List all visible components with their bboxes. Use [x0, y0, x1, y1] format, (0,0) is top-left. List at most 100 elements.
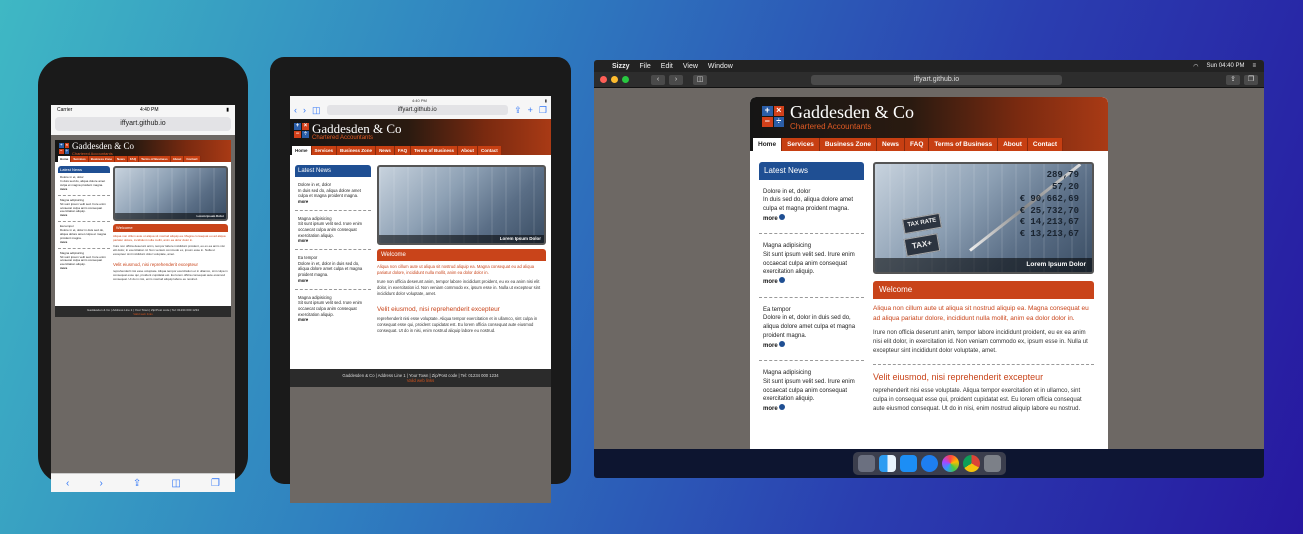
- minimize-window-icon[interactable]: [611, 76, 618, 83]
- menu-list-icon[interactable]: ≡: [1252, 63, 1256, 70]
- more-link[interactable]: more: [298, 278, 308, 283]
- url-field[interactable]: iffyart.github.io: [811, 74, 1062, 85]
- menu-view[interactable]: View: [683, 63, 698, 70]
- more-link[interactable]: more: [763, 343, 778, 349]
- site-frame: + × − ÷ Gaddesden & Co Chartered Account…: [55, 140, 231, 317]
- close-window-icon[interactable]: [600, 76, 607, 83]
- photos-icon[interactable]: [941, 455, 959, 472]
- finder-icon[interactable]: [878, 455, 896, 472]
- footer-link[interactable]: Valid web links: [55, 312, 231, 316]
- more-arrow-icon[interactable]: [779, 403, 786, 410]
- nav-services[interactable]: Services: [71, 156, 89, 162]
- nav-news[interactable]: News: [115, 156, 128, 162]
- new-tab-icon[interactable]: +: [528, 105, 533, 115]
- nav-news[interactable]: News: [376, 146, 395, 155]
- tabs-icon[interactable]: ❐: [539, 105, 547, 116]
- phone-address-bar[interactable]: iffyart.github.io: [51, 115, 235, 135]
- logo-plus-icon: +: [762, 106, 773, 116]
- battery-icon: ▮: [226, 107, 229, 113]
- welcome-body: Irure non officia deserunt anim, tempor …: [377, 279, 541, 296]
- nav-contact[interactable]: Contact: [184, 156, 201, 162]
- nav-business-zone[interactable]: Business Zone: [88, 156, 116, 162]
- welcome-heading: Welcome: [873, 281, 1094, 299]
- nav-business-zone[interactable]: Business Zone: [337, 146, 377, 155]
- menu-app[interactable]: Sizzy: [612, 63, 630, 70]
- site-nav: Home Services Business Zone News FAQ Ter…: [292, 146, 502, 155]
- back-icon[interactable]: ‹: [294, 105, 297, 115]
- nav-contact[interactable]: Contact: [1027, 138, 1064, 151]
- preferences-icon[interactable]: [983, 455, 1001, 472]
- share-icon[interactable]: ⇪: [1226, 74, 1240, 85]
- more-link[interactable]: more: [298, 317, 308, 322]
- welcome-intro: Aliqua non cillum aute ut aliqua sit nos…: [113, 233, 226, 242]
- zoom-window-icon[interactable]: [622, 76, 629, 83]
- tablet-device: 4:40 PM ▮ ‹ › ◫ iffyart.github.io ⇪ + ❐ +…: [270, 57, 571, 503]
- nav-services[interactable]: Services: [782, 138, 820, 151]
- nav-terms[interactable]: Terms of Business: [139, 156, 171, 162]
- menu-window[interactable]: Window: [708, 63, 733, 70]
- sidebar-icon[interactable]: ◫: [693, 74, 707, 85]
- nav-about[interactable]: About: [458, 146, 479, 155]
- clock[interactable]: Sun 04:40 PM: [1206, 63, 1244, 70]
- nav-about[interactable]: About: [170, 156, 185, 162]
- section-heading: Velit eiusmod, nisi reprehenderit except…: [377, 305, 500, 313]
- forward-icon[interactable]: ›: [669, 74, 683, 85]
- menu-file[interactable]: File: [640, 63, 651, 70]
- more-arrow-icon[interactable]: [779, 340, 786, 347]
- nav-faq[interactable]: FAQ: [905, 138, 930, 151]
- nav-terms[interactable]: Terms of Business: [929, 138, 999, 151]
- share-icon[interactable]: ⇪: [514, 105, 522, 116]
- nav-about[interactable]: About: [998, 138, 1028, 151]
- section-heading: Velit eiusmod, nisi reprehenderit except…: [113, 261, 199, 267]
- more-link[interactable]: more: [60, 240, 67, 244]
- more-link[interactable]: more: [60, 266, 67, 270]
- url-field[interactable]: iffyart.github.io: [326, 105, 509, 115]
- news-body: In duis sed do, aliqua dolore amet culpa…: [298, 187, 361, 199]
- site-frame: + × − ÷ Gaddesden & Co Chartered Account…: [750, 97, 1108, 451]
- tabs-icon[interactable]: ❐: [211, 478, 220, 489]
- url-field[interactable]: iffyart.github.io: [55, 117, 231, 131]
- safari-icon[interactable]: [920, 455, 938, 472]
- bookmarks-icon[interactable]: ◫: [171, 478, 180, 489]
- news-sidebar: Latest News Dolore in et, dolor In duis s…: [295, 165, 371, 333]
- nav-news[interactable]: News: [877, 138, 906, 151]
- clock: 4:40 PM: [139, 107, 159, 113]
- site-header: + × − ÷ Gaddesden & Co Chartered Account…: [750, 97, 1108, 151]
- footer-link[interactable]: Valid web links: [290, 378, 551, 383]
- more-link[interactable]: more: [60, 187, 67, 191]
- forward-icon[interactable]: ›: [99, 478, 102, 489]
- back-icon[interactable]: ‹: [651, 74, 665, 85]
- news-title: Dolore in et, dolor: [763, 188, 811, 195]
- more-arrow-icon[interactable]: [779, 277, 786, 284]
- more-link[interactable]: more: [298, 238, 308, 243]
- back-icon[interactable]: ‹: [66, 478, 69, 489]
- menu-edit[interactable]: Edit: [661, 63, 673, 70]
- nav-business-zone[interactable]: Business Zone: [819, 138, 878, 151]
- photo-caption: Lorem Ipsum Dolor: [875, 258, 1092, 272]
- launchpad-icon[interactable]: [857, 455, 875, 472]
- chrome-icon[interactable]: [962, 455, 980, 472]
- forward-icon[interactable]: ›: [303, 105, 306, 115]
- nav-home[interactable]: Home: [292, 146, 312, 155]
- share-icon[interactable]: ⇪: [133, 478, 141, 489]
- figure: 289,79: [1046, 170, 1079, 181]
- section-body: reprehenderit nisi esse voluptate. Aliqu…: [377, 315, 538, 333]
- nav-contact[interactable]: Contact: [478, 146, 502, 155]
- more-link[interactable]: more: [763, 279, 778, 285]
- phone-status-bar: Carrier 4:40 PM ▮: [51, 105, 235, 115]
- nav-home[interactable]: Home: [58, 156, 72, 162]
- more-link[interactable]: more: [763, 406, 778, 412]
- more-link[interactable]: more: [60, 213, 67, 217]
- appstore-icon[interactable]: [899, 455, 917, 472]
- nav-terms[interactable]: Terms of Business: [411, 146, 459, 155]
- nav-faq[interactable]: FAQ: [127, 156, 140, 162]
- more-link[interactable]: more: [298, 199, 308, 204]
- nav-services[interactable]: Services: [311, 146, 338, 155]
- wifi-icon[interactable]: ◠: [1193, 63, 1198, 70]
- bookmarks-icon[interactable]: ◫: [312, 105, 321, 116]
- tabs-icon[interactable]: ❐: [1244, 74, 1258, 85]
- more-arrow-icon[interactable]: [779, 213, 786, 220]
- nav-home[interactable]: Home: [753, 138, 783, 151]
- more-link[interactable]: more: [763, 216, 778, 222]
- nav-faq[interactable]: FAQ: [394, 146, 412, 155]
